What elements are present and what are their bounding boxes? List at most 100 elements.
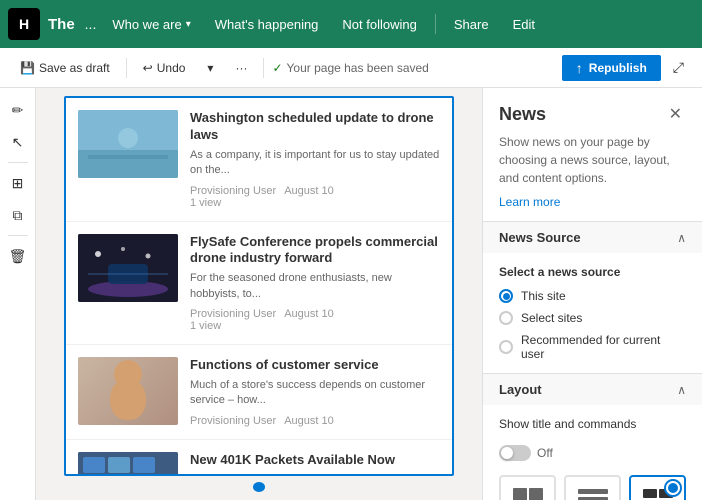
nav-item-happening[interactable]: What's happening [205, 13, 329, 36]
radio-label: This site [521, 289, 566, 303]
news-title: Functions of customer service [190, 357, 440, 374]
logo[interactable]: H [8, 8, 40, 40]
radio-group-source: This site Select sites Recommended for cur… [499, 289, 686, 361]
grid-tool[interactable]: ⊞ [4, 169, 32, 197]
toggle-thumb [501, 447, 513, 459]
saved-status: ✓ Your page has been saved [272, 61, 428, 75]
learn-more-link[interactable]: Learn more [483, 195, 702, 221]
news-title: Washington scheduled update to drone law… [190, 110, 440, 144]
toolbar-separator-2 [263, 58, 264, 78]
canvas-area[interactable]: Washington scheduled update to drone law… [36, 88, 482, 500]
panel-header: News ✕ [483, 88, 702, 133]
news-thumbnail [78, 234, 178, 302]
news-views: 1 view [190, 197, 221, 209]
news-author: Provisioning User [190, 308, 276, 320]
close-icon[interactable]: ✕ [665, 104, 686, 124]
chevron-down-icon: ▾ [207, 61, 213, 75]
news-thumbnail [78, 357, 178, 425]
undo-chevron[interactable]: ▾ [199, 57, 221, 79]
nav-item-following[interactable]: Not following [332, 13, 426, 36]
more-button[interactable]: ··· [227, 57, 255, 79]
layout-title: Layout [499, 382, 542, 397]
radio-label: Recommended for current user [521, 333, 686, 361]
radio-dot [503, 293, 510, 300]
site-title: The [44, 16, 79, 33]
scroll-indicator [253, 482, 265, 492]
select-source-label: Select a news source [499, 265, 686, 279]
news-title: New 401K Packets Available Now [190, 452, 440, 469]
more-icon: ··· [235, 61, 247, 75]
left-toolbar: ✏ ↖ ⊞ ⧉ 🗑 [0, 88, 36, 500]
news-item[interactable]: Washington scheduled update to drone law… [66, 98, 452, 222]
republish-button[interactable]: ↑ Republish [562, 55, 661, 81]
nav-item-share[interactable]: Share [444, 13, 499, 36]
news-meta: Provisioning UserAugust 101 view [190, 185, 440, 209]
panel-description: Show news on your page by choosing a new… [483, 133, 702, 195]
check-icon: ✓ [272, 61, 282, 75]
nav-item-who[interactable]: Who we are ▾ [102, 13, 200, 36]
news-excerpt: For the seasoned drone enthusiasts, new … [190, 271, 440, 302]
chevron-up-icon: ∧ [677, 231, 686, 245]
news-date: August 10 [284, 415, 334, 427]
layout-option-list[interactable]: List [564, 475, 621, 500]
radio-label: Select sites [521, 311, 582, 325]
radio-option[interactable]: Recommended for current user [499, 333, 686, 361]
news-meta: Provisioning User August 10 [190, 415, 440, 427]
news-excerpt: Much of a store's success depends on cus… [190, 378, 440, 409]
layout-grid: Top story List Side-by-side Hub News [499, 475, 686, 500]
toolbar-separator [126, 58, 127, 78]
news-excerpt: As a company, it is important for us to … [190, 148, 440, 179]
news-item[interactable]: FlySafe Conference propels commercial dr… [66, 222, 452, 346]
show-title-label: Show title and commands [499, 417, 636, 431]
save-icon: 💾 [20, 61, 35, 75]
nav-separator [435, 14, 436, 34]
radio-circle [499, 289, 513, 303]
nav-bar: H The ... Who we are ▾ What's happening … [0, 0, 702, 48]
expand-button[interactable]: ⤢ [667, 55, 690, 80]
layout-icon [510, 485, 546, 500]
layers-tool[interactable]: ⧉ [4, 201, 32, 229]
layout-option-side-by-side[interactable]: Side-by-side [629, 475, 686, 500]
news-content: Washington scheduled update to drone law… [190, 110, 440, 209]
right-panel: News ✕ Show news on your page by choosin… [482, 88, 702, 500]
radio-option[interactable]: This site [499, 289, 686, 303]
news-thumbnail [78, 110, 178, 178]
toggle-container: Off [499, 445, 686, 461]
news-title: FlySafe Conference propels commercial dr… [190, 234, 440, 268]
news-source-title: News Source [499, 230, 581, 245]
tool-separator [8, 162, 28, 163]
layout-section-header[interactable]: Layout ∧ [483, 373, 702, 405]
edit-tool[interactable]: ✏ [4, 96, 32, 124]
delete-tool[interactable]: 🗑 [4, 242, 32, 270]
news-date: August 10 [284, 185, 334, 197]
news-list: Washington scheduled update to drone law… [66, 98, 452, 476]
undo-icon: ↩ [143, 61, 153, 75]
show-title-row: Show title and commands [499, 417, 686, 431]
news-content: FlySafe Conference propels commercial dr… [190, 234, 440, 333]
news-item[interactable]: New 401K Packets Available Now Please sto… [66, 440, 452, 476]
news-source-body: Select a news source This site Select sit… [483, 253, 702, 373]
news-source-section-header[interactable]: News Source ∧ [483, 221, 702, 253]
radio-option[interactable]: Select sites [499, 311, 686, 325]
news-content: Functions of customer service Much of a s… [190, 357, 440, 427]
save-draft-button[interactable]: 💾 Save as draft [12, 57, 118, 79]
layout-icon [575, 485, 611, 500]
panel-title: News [499, 104, 546, 125]
show-title-toggle[interactable] [499, 445, 531, 461]
news-date: August 10 [284, 308, 334, 320]
news-author: Provisioning User [190, 415, 276, 427]
nav-ellipsis: ... [83, 16, 99, 32]
nav-item-edit[interactable]: Edit [503, 13, 545, 36]
layout-option-top-story[interactable]: Top story [499, 475, 556, 500]
news-item[interactable]: Functions of customer service Much of a s… [66, 345, 452, 440]
radio-circle [499, 340, 513, 354]
news-web-part: Washington scheduled update to drone law… [64, 96, 454, 476]
chevron-down-icon: ▾ [186, 19, 191, 30]
undo-button[interactable]: ↩ Undo [135, 57, 194, 79]
select-tool[interactable]: ↖ [4, 128, 32, 156]
toggle-off-label: Off [537, 446, 553, 460]
news-excerpt: Please stop by the HR offices to pick up… [190, 473, 440, 476]
news-thumbnail [78, 452, 178, 476]
tool-separator-2 [8, 235, 28, 236]
chevron-up-icon-layout: ∧ [677, 383, 686, 397]
